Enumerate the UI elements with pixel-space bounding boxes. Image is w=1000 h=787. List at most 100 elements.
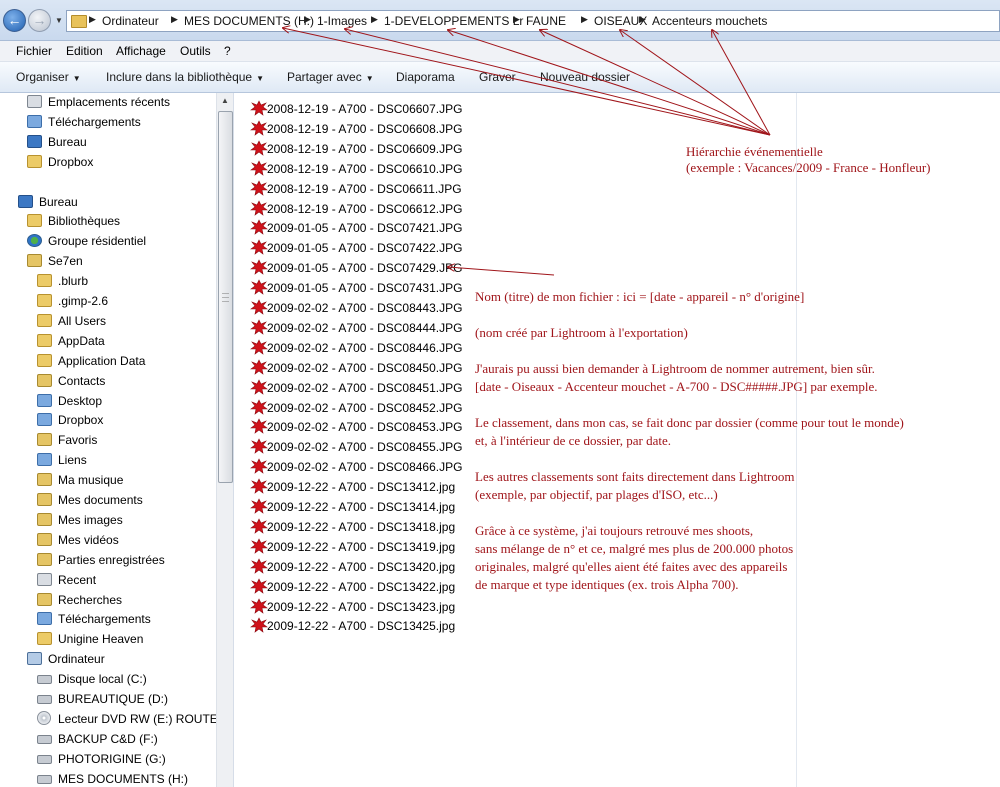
nav-item-label: Liens bbox=[58, 453, 87, 468]
menu-edit[interactable]: Edition bbox=[66, 44, 103, 58]
folder-blue-icon bbox=[27, 114, 42, 128]
special-icon bbox=[37, 592, 52, 606]
menu-bar: Fichier Edition Affichage Outils ? bbox=[0, 41, 1000, 62]
drive-icon bbox=[37, 774, 52, 784]
breadcrumb[interactable]: ▶ Ordinateur ▶ MES DOCUMENTS (H:) ▶ 1-Images ▶… bbox=[66, 10, 1000, 32]
breadcrumb-separator-icon[interactable]: ▶ bbox=[639, 14, 646, 25]
image-file-icon bbox=[250, 597, 268, 614]
breadcrumb-item[interactable]: 1-DEVELOPPEMENTS Lr bbox=[384, 14, 523, 28]
file-name: 2008-12-19 - A700 - DSC06607.JPG bbox=[267, 102, 463, 116]
annotation-line: originales, malgré qu'elles aient été fa… bbox=[475, 559, 788, 574]
image-file-icon bbox=[250, 418, 268, 435]
file-name: 2009-02-02 - A700 - DSC08452.JPG bbox=[267, 400, 463, 415]
image-file-icon bbox=[250, 179, 268, 196]
share-label: Partager avec bbox=[287, 70, 362, 84]
image-file-icon bbox=[250, 498, 268, 514]
nav-item-label: Téléchargements bbox=[58, 612, 151, 627]
back-button[interactable]: ← bbox=[3, 9, 26, 32]
forward-button[interactable]: → bbox=[28, 9, 51, 32]
history-dropdown-icon[interactable]: ▼ bbox=[55, 16, 63, 25]
image-file-icon bbox=[250, 279, 268, 295]
annotation-line bbox=[475, 306, 904, 324]
include-library-label: Inclure dans la bibliothèque bbox=[106, 70, 253, 84]
nav-item-label: Contacts bbox=[58, 373, 106, 388]
nav-item-label: Ma musique bbox=[58, 473, 124, 488]
nav-item-label: Recent bbox=[58, 572, 97, 587]
annotation-line: (nom créé par Lightroom à l'exportation) bbox=[475, 325, 688, 340]
folder-icon bbox=[71, 15, 87, 28]
organise-button[interactable]: Organiser ▼ bbox=[16, 70, 81, 84]
breadcrumb-separator-icon[interactable]: ▶ bbox=[513, 14, 520, 25]
new-folder-button[interactable]: Nouveau dossier bbox=[540, 70, 630, 84]
special-icon bbox=[37, 433, 52, 447]
nav-item-label: Mes vidéos bbox=[58, 532, 119, 547]
breadcrumb-item[interactable]: 1-Images bbox=[317, 14, 367, 28]
image-file-icon bbox=[250, 577, 268, 594]
menu-tools[interactable]: Outils bbox=[180, 44, 211, 58]
file-name: 2009-01-05 - A700 - DSC07421.JPG bbox=[267, 221, 463, 236]
image-file-icon bbox=[250, 120, 268, 136]
forward-arrow-icon: → bbox=[32, 12, 47, 28]
image-file-icon bbox=[250, 239, 268, 256]
nav-item-label: BUREAUTIQUE (D:) bbox=[58, 692, 169, 706]
nav-item-label: Unigine Heaven bbox=[58, 632, 144, 647]
special-icon bbox=[37, 552, 52, 566]
chevron-down-icon: ▼ bbox=[72, 74, 81, 83]
special-icon bbox=[27, 254, 42, 268]
special-icon bbox=[37, 473, 52, 487]
annotation-line bbox=[475, 342, 904, 360]
image-file-icon bbox=[250, 319, 268, 335]
annotation-line: Grâce à ce système, j'ai toujours retrou… bbox=[475, 523, 754, 538]
drive-icon bbox=[37, 734, 52, 744]
menu-file[interactable]: Fichier bbox=[16, 44, 52, 58]
breadcrumb-separator-icon[interactable]: ▶ bbox=[581, 14, 588, 25]
folder-icon bbox=[27, 214, 42, 228]
desktop-icon bbox=[27, 134, 42, 148]
nav-item-label: Lecteur DVD RW (E:) ROUTE 66 bbox=[58, 711, 234, 726]
computer-icon bbox=[27, 652, 42, 666]
file-name: 2009-02-02 - A700 - DSC08446.JPG bbox=[267, 340, 463, 355]
breadcrumb-separator-icon[interactable]: ▶ bbox=[371, 14, 378, 25]
annotation-line: [date - Oiseaux - Accenteur mouchet - A-… bbox=[475, 379, 878, 394]
folder-icon bbox=[37, 294, 52, 307]
breadcrumb-item[interactable]: MES DOCUMENTS (H:) bbox=[184, 14, 314, 28]
image-file-icon bbox=[250, 398, 268, 415]
breadcrumb-item[interactable]: Accenteurs mouchets bbox=[652, 14, 767, 28]
annotation-line: sans mélange de n° et ce, malgré mes plu… bbox=[475, 541, 794, 556]
drive-icon bbox=[37, 675, 52, 685]
file-name: 2009-01-05 - A700 - DSC07431.JPG bbox=[267, 281, 463, 296]
homegroup-icon bbox=[27, 234, 42, 248]
navigation-pane[interactable]: Emplacements récents Téléchargements Burea… bbox=[0, 93, 234, 787]
breadcrumb-separator-icon[interactable]: ▶ bbox=[304, 14, 311, 25]
nav-item-label: Disque local (C:) bbox=[58, 672, 147, 687]
annotation-line bbox=[475, 396, 904, 414]
folder-blue-icon bbox=[37, 413, 52, 427]
breadcrumb-separator-icon[interactable]: ▶ bbox=[89, 14, 96, 25]
folder-blue-icon bbox=[37, 393, 52, 407]
burn-button[interactable]: Graver bbox=[479, 70, 516, 84]
annotation-line: Les autres classements sont faits direct… bbox=[475, 469, 795, 484]
annotation-line bbox=[475, 504, 904, 522]
file-name: 2009-12-22 - A700 - DSC13423.jpg bbox=[267, 599, 456, 614]
breadcrumb-item[interactable]: FAUNE bbox=[526, 14, 566, 28]
slideshow-button[interactable]: Diaporama bbox=[396, 70, 455, 84]
scroll-thumb[interactable]: — — — bbox=[218, 111, 233, 483]
annotation-line: et, à l'intérieur de ce dossier, par dat… bbox=[475, 433, 672, 448]
breadcrumb-item[interactable]: Ordinateur bbox=[102, 14, 159, 28]
menu-help[interactable]: ? bbox=[224, 44, 231, 58]
breadcrumb-separator-icon[interactable]: ▶ bbox=[171, 14, 178, 25]
nav-item-label: Application Data bbox=[58, 353, 146, 368]
file-name: 2009-02-02 - A700 - DSC08450.JPG bbox=[267, 360, 463, 375]
nav-item-label: Bureau bbox=[39, 194, 78, 209]
include-library-button[interactable]: Inclure dans la bibliothèque ▼ bbox=[106, 70, 264, 84]
nav-scrollbar[interactable]: ▲ — — — bbox=[216, 93, 233, 787]
share-button[interactable]: Partager avec ▼ bbox=[287, 70, 374, 84]
scroll-up-icon[interactable]: ▲ bbox=[217, 93, 233, 109]
file-name: 2009-12-22 - A700 - DSC13420.jpg bbox=[267, 559, 456, 574]
nav-item-label: All Users bbox=[58, 313, 107, 328]
menu-view[interactable]: Affichage bbox=[116, 44, 166, 58]
image-file-icon bbox=[250, 140, 268, 156]
desktop-icon bbox=[18, 194, 33, 208]
file-name: 2009-12-22 - A700 - DSC13422.jpg bbox=[267, 579, 456, 594]
folder-icon bbox=[37, 274, 52, 288]
